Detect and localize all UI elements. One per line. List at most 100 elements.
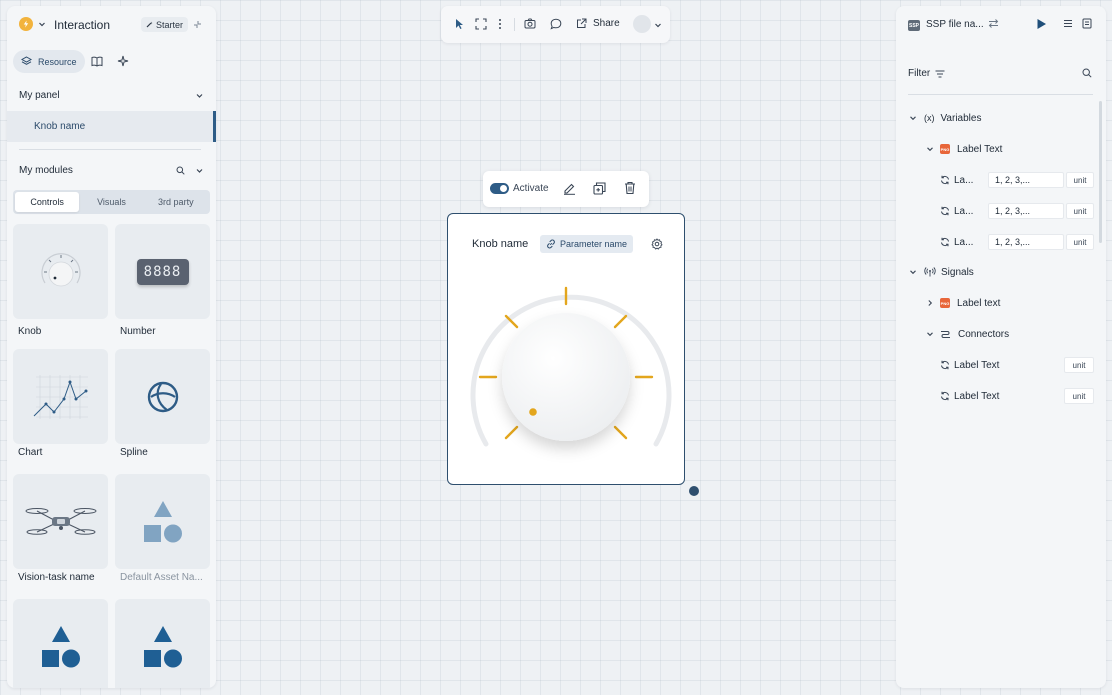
search-icon[interactable] [176,166,185,175]
starter-label: Starter [156,19,184,30]
sync-icon [941,237,949,247]
number-display-value: 8888 [143,263,182,280]
png-file-icon: PNG [940,144,950,154]
tree-node-connectors[interactable]: Connectors [896,324,1096,344]
variable-icon: (x) [924,113,935,123]
signals-label: Signals [941,266,974,278]
avatar[interactable] [633,15,651,33]
connector-icon [941,331,950,338]
drone-icon [25,507,96,535]
shapes-icon [41,625,80,667]
variable-unit[interactable]: unit [1066,234,1094,250]
tab-visuals[interactable]: Visuals [79,192,143,212]
module-tile-knob[interactable] [13,224,108,319]
module-tabs: Controls Visuals 3rd party [13,190,210,214]
module-label-default-asset: Default Asset Na... [120,572,203,583]
tree-node-label-text[interactable]: PNG Label text [896,293,1096,313]
comment-icon[interactable] [550,18,562,30]
list-icon[interactable] [1063,19,1073,28]
search-icon[interactable] [1082,68,1092,78]
app-logo-icon[interactable] [19,17,33,31]
my-modules-label: My modules [19,165,73,176]
knob-dial[interactable] [460,272,672,472]
tree-node-variables[interactable]: (x) Variables [896,108,1096,128]
pointer-icon[interactable] [454,18,464,30]
connector-unit[interactable]: unit [1064,388,1094,404]
module-tile-spline[interactable] [115,349,210,444]
tab-3rd-party[interactable]: 3rd party [144,192,208,212]
knob-component-card[interactable]: Knob name Parameter name [447,213,685,485]
wand-icon [146,21,153,28]
variables-label: Variables [940,112,982,124]
connector-label: Label Text [954,359,1000,371]
file-badge: SSP [908,20,920,31]
tree-node-label-text[interactable]: PNG Label Text [896,139,1096,159]
tab-resource[interactable]: Resource [13,50,85,73]
module-label-spline: Spline [120,447,148,458]
parameter-link-chip[interactable]: Parameter name [540,235,634,253]
link-icon [547,239,555,249]
chevron-down-icon[interactable] [195,166,204,175]
connectors-label: Connectors [958,328,1010,340]
swap-icon[interactable] [988,18,999,29]
panel-item-knob[interactable]: Knob name [7,111,216,142]
filter-button[interactable]: Filter [908,68,945,79]
divider [908,94,1093,95]
knob-icon [40,252,81,286]
sync-icon [941,360,949,370]
line-chart-icon [33,374,88,419]
variable-value-field[interactable]: 1, 2, 3,... [988,203,1064,219]
chevron-down-icon[interactable] [654,21,662,29]
filter-label: Filter [908,68,931,79]
gear-icon[interactable] [651,238,663,250]
edit-icon[interactable] [563,182,576,195]
spline-globe-icon [147,381,178,412]
module-tile-shapes[interactable] [13,599,108,688]
share-button[interactable]: Share [576,18,620,29]
module-label-vision-task: Vision-task name [18,572,95,583]
scrollbar[interactable] [1099,101,1102,243]
variable-value-field[interactable]: 1, 2, 3,... [988,172,1064,188]
chevron-down-icon [927,332,933,337]
panel-icon[interactable] [1082,18,1092,29]
png-file-icon: PNG [940,298,950,308]
chevron-down-icon [910,270,916,275]
share-label: Share [593,18,620,29]
module-tile-shapes[interactable] [115,599,210,688]
collapse-icon[interactable] [193,20,202,29]
variable-label: La... [954,205,974,217]
variable-unit[interactable]: unit [1066,203,1094,219]
variable-value-field[interactable]: 1, 2, 3,... [988,234,1064,250]
shapes-icon [143,625,182,667]
resource-label: Resource [38,56,77,67]
signals-group-label: Label text [957,297,1001,309]
chevron-down-icon[interactable] [38,20,46,28]
module-tile-vision-task[interactable] [13,474,108,569]
module-tile-default-asset[interactable] [115,474,210,569]
module-tile-chart[interactable] [13,349,108,444]
my-panel-header[interactable]: My panel [19,90,204,101]
frame-select-icon[interactable] [475,18,487,30]
tab-controls[interactable]: Controls [15,192,80,212]
module-label-number: Number [120,326,156,337]
duplicate-icon[interactable] [593,182,606,195]
connection-handle[interactable] [689,486,699,496]
module-tile-number[interactable]: 8888 [115,224,210,319]
chevron-down-icon [910,116,916,121]
starter-badge[interactable]: Starter [141,17,189,32]
book-icon[interactable] [91,56,103,67]
app-title: Interaction [54,18,111,32]
parameter-label: Parameter name [560,239,628,249]
trash-icon[interactable] [624,181,636,195]
more-vertical-icon[interactable] [498,18,502,30]
camera-icon[interactable] [524,18,536,29]
sparkle-icon[interactable] [117,55,129,67]
my-modules-header: My modules [19,165,204,176]
connector-label: Label Text [954,390,1000,402]
connector-unit[interactable]: unit [1064,357,1094,373]
activate-toggle[interactable] [490,183,509,194]
play-icon[interactable] [1036,18,1047,30]
variable-unit[interactable]: unit [1066,172,1094,188]
knob-body[interactable] [502,313,630,441]
tree-node-signals[interactable]: Signals [896,262,1096,282]
